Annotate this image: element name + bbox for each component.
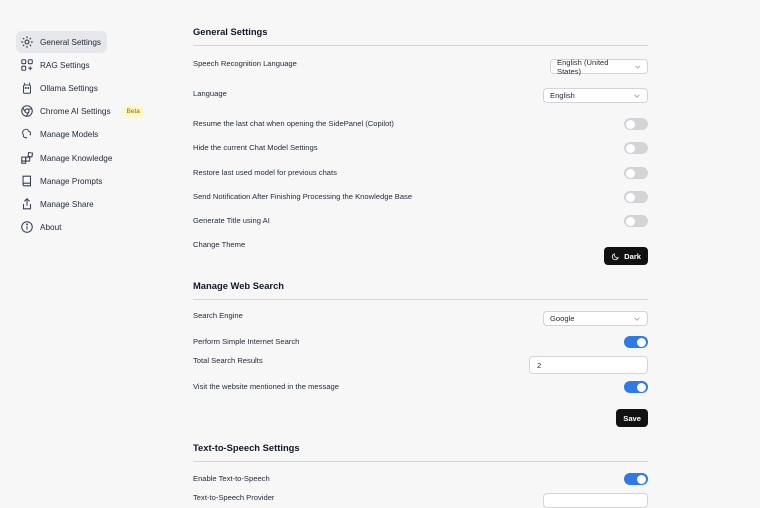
sidebar-item-label: Manage Share [40, 199, 94, 209]
sidebar-item-manage-prompts[interactable]: Manage Prompts [16, 170, 108, 192]
toggle-knob [626, 119, 635, 129]
chevron-down-icon [634, 65, 640, 69]
toggle-knob [626, 216, 635, 226]
restore-last-model-toggle[interactable] [624, 167, 648, 179]
beta-badge: Beta [122, 105, 144, 117]
sidebar-item-label: Manage Models [40, 129, 99, 139]
moon-icon [611, 252, 619, 260]
toggle-knob [626, 192, 635, 202]
language-label: Language [193, 89, 227, 98]
sidebar-item-rag-settings[interactable]: RAG Settings [16, 54, 96, 76]
total-results-input[interactable] [529, 356, 648, 374]
dark-theme-button[interactable]: Dark [604, 247, 648, 265]
speech-language-select[interactable]: English (United States) [550, 57, 648, 76]
divider [193, 461, 648, 462]
toggle-knob [626, 168, 635, 178]
gear-icon [20, 35, 34, 49]
language-select[interactable]: English [543, 88, 648, 103]
visit-website-toggle[interactable] [624, 381, 648, 393]
change-theme-label: Change Theme [193, 240, 246, 249]
tts-title: Text-to-Speech Settings [193, 442, 300, 453]
total-results-label: Total Search Results [193, 356, 263, 365]
divider [193, 299, 648, 300]
rag-icon [20, 58, 34, 72]
enable-tts-toggle[interactable] [624, 473, 648, 485]
send-notification-toggle[interactable] [624, 191, 648, 203]
info-icon [20, 220, 34, 234]
sidebar-item-label: RAG Settings [40, 60, 90, 70]
simple-search-label: Perform Simple Internet Search [193, 337, 300, 346]
toggle-label: Restore last used model for previous cha… [193, 168, 337, 177]
sidebar-item-label: Ollama Settings [40, 83, 98, 93]
toggle-knob [626, 143, 635, 153]
search-engine-label: Search Engine [193, 311, 243, 320]
simple-search-toggle[interactable] [624, 336, 648, 348]
sidebar-item-label: General Settings [40, 37, 101, 47]
general-settings-title: General Settings [193, 26, 268, 37]
sidebar-item-label: Manage Prompts [40, 176, 103, 186]
sidebar-item-label: Chrome AI Settings [40, 106, 111, 116]
speech-language-label: Speech Recognition Language [193, 59, 297, 68]
share-icon [20, 197, 34, 211]
hide-chat-model-settings-toggle[interactable] [624, 142, 648, 154]
dark-theme-label: Dark [624, 251, 641, 261]
toggle-label: Generate Title using AI [193, 216, 270, 225]
enable-tts-label: Enable Text-to-Speech [193, 474, 270, 483]
chrome-icon [20, 104, 34, 118]
web-search-title: Manage Web Search [193, 280, 285, 291]
blocks-icon [20, 151, 34, 165]
tts-provider-select[interactable] [543, 493, 648, 508]
ollama-icon [20, 81, 34, 95]
toggle-label: Resume the last chat when opening the Si… [193, 119, 394, 128]
toggle-knob [637, 382, 646, 392]
brain-icon [20, 127, 34, 141]
visit-website-label: Visit the website mentioned in the messa… [193, 382, 339, 391]
toggle-label: Hide the current Chat Model Settings [193, 143, 318, 152]
divider [193, 45, 648, 46]
save-button[interactable]: Save [616, 409, 648, 427]
chevron-down-icon [634, 316, 640, 321]
settings-sidebar: General Settings RAG Settings Ollama Set… [0, 0, 180, 497]
language-value: English [550, 91, 575, 100]
sidebar-item-label: About [40, 222, 62, 232]
sidebar-item-manage-knowledge[interactable]: Manage Knowledge [16, 147, 118, 169]
sidebar-item-manage-models[interactable]: Manage Models [16, 123, 104, 145]
toggle-knob [637, 474, 646, 484]
search-engine-select[interactable]: Google [543, 311, 648, 326]
chevron-down-icon [634, 93, 640, 98]
sidebar-item-general-settings[interactable]: General Settings [16, 31, 107, 53]
resume-last-chat-toggle[interactable] [624, 118, 648, 130]
sidebar-item-manage-share[interactable]: Manage Share [16, 193, 100, 215]
generate-title-toggle[interactable] [624, 215, 648, 227]
settings-main: General Settings Speech Recognition Lang… [193, 0, 648, 508]
save-button-label: Save [623, 413, 641, 423]
sidebar-item-ollama-settings[interactable]: Ollama Settings [16, 77, 104, 99]
toggle-knob [637, 337, 646, 347]
speech-language-value: English (United States) [557, 57, 609, 76]
search-engine-value: Google [550, 314, 575, 323]
sidebar-item-chrome-ai-settings[interactable]: Chrome AI Settings Beta [16, 100, 150, 122]
book-icon [20, 174, 34, 188]
sidebar-item-about[interactable]: About [16, 216, 67, 238]
tts-provider-label: Text-to-Speech Provider [193, 493, 275, 502]
sidebar-item-label: Manage Knowledge [40, 153, 113, 163]
toggle-label: Send Notification After Finishing Proces… [193, 192, 413, 201]
